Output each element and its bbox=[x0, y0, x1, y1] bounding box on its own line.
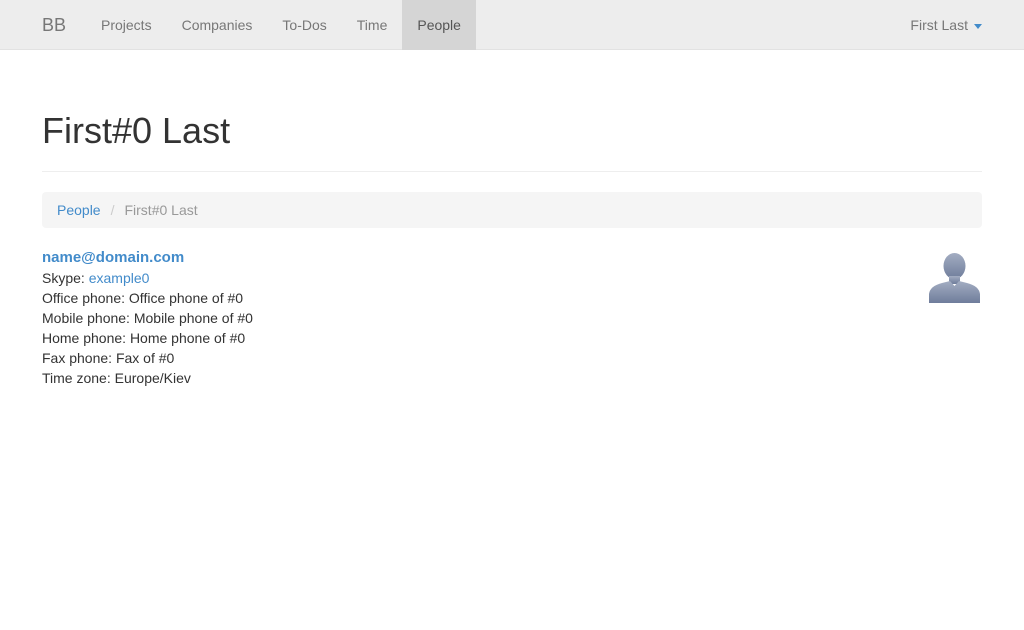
breadcrumb-separator: / bbox=[110, 202, 115, 218]
user-menu-label: First Last bbox=[910, 17, 968, 33]
mobile-phone-row: Mobile phone: Mobile phone of #0 bbox=[42, 310, 253, 326]
page-header: First#0 Last bbox=[42, 108, 982, 172]
breadcrumb-current: First#0 Last bbox=[124, 202, 198, 218]
skype-label: Skype: bbox=[42, 270, 89, 286]
caret-down-icon bbox=[974, 23, 982, 29]
page-title: First#0 Last bbox=[42, 110, 231, 151]
skype-row: Skype: example0 bbox=[42, 268, 253, 288]
main-nav: Projects Companies To-Dos Time People bbox=[86, 0, 476, 50]
breadcrumb-people-link[interactable]: People bbox=[57, 202, 101, 218]
nav-item-projects[interactable]: Projects bbox=[86, 0, 167, 50]
office-phone-row: Office phone: Office phone of #0 bbox=[42, 290, 244, 306]
nav-item-time[interactable]: Time bbox=[342, 0, 403, 50]
home-phone-row: Home phone: Home phone of #0 bbox=[42, 330, 246, 346]
brand-logo[interactable]: BB bbox=[42, 0, 66, 50]
user-silhouette-icon bbox=[928, 250, 981, 303]
nav-item-todos[interactable]: To-Dos bbox=[267, 0, 341, 50]
skype-link[interactable]: example0 bbox=[89, 270, 150, 286]
user-menu-dropdown[interactable]: First Last bbox=[895, 0, 982, 50]
time-zone-row: Time zone: Europe/Kiev bbox=[42, 370, 191, 386]
breadcrumb: People / First#0 Last bbox=[42, 192, 982, 228]
top-navbar: BB Projects Companies To-Dos Time People… bbox=[0, 0, 1024, 50]
email-link[interactable]: name@domain.com bbox=[42, 248, 253, 268]
nav-item-people[interactable]: People bbox=[402, 0, 476, 50]
person-details: name@domain.com Skype: example0 Office p… bbox=[42, 248, 253, 388]
nav-item-companies[interactable]: Companies bbox=[167, 0, 268, 50]
fax-phone-row: Fax phone: Fax of #0 bbox=[42, 350, 175, 366]
